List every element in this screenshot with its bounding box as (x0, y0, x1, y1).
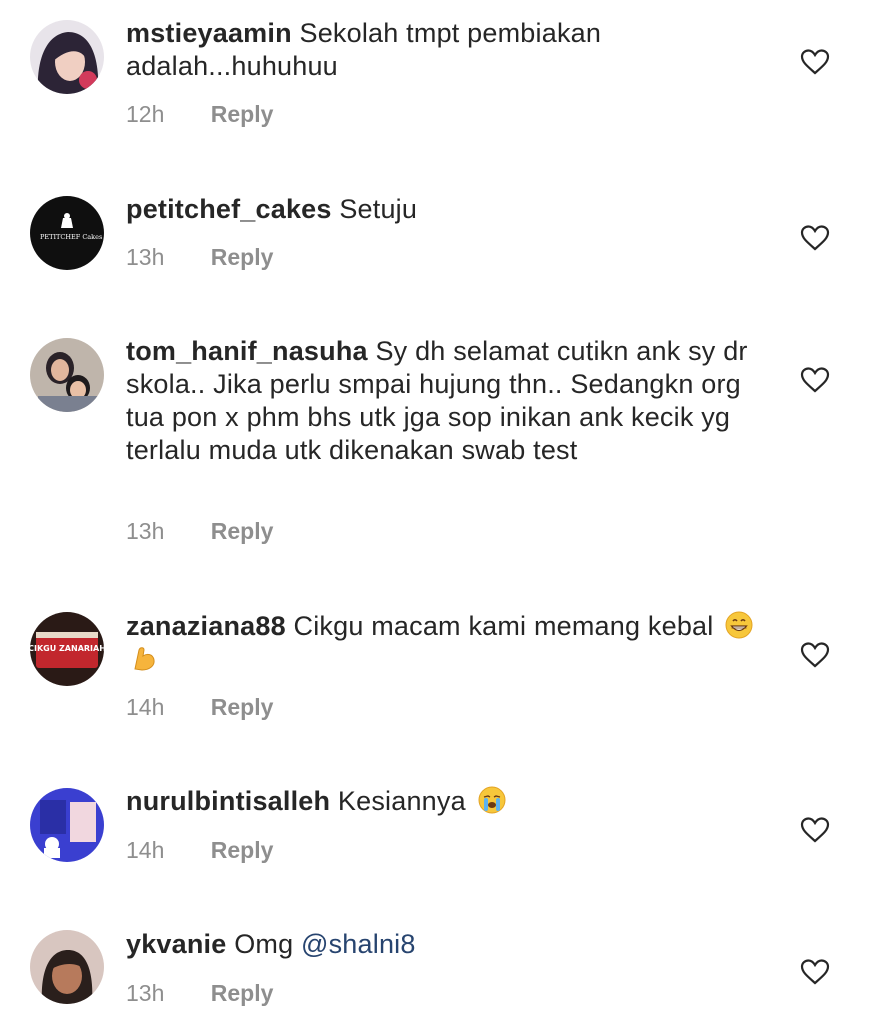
petitchef-logo-text: PETITCHEF Cakes (40, 233, 102, 241)
reply-button[interactable]: Reply (211, 101, 274, 127)
comment-time: 13h (126, 244, 165, 270)
comment-body: Kesiannya (337, 786, 466, 816)
cake-text: CIKGU ZANARIAH (30, 644, 104, 653)
avatar[interactable] (30, 20, 104, 94)
comment-text: nurulbintisalleh Kesiannya (126, 785, 766, 818)
comment-username[interactable]: tom_hanif_nasuha (126, 336, 368, 366)
heart-outline-icon[interactable] (800, 366, 830, 394)
comment-time: 13h (126, 980, 165, 1006)
heart-outline-icon[interactable] (800, 641, 830, 669)
avatar[interactable]: PETITCHEF Cakes (30, 196, 104, 270)
comment-time: 13h (126, 518, 165, 544)
comment-meta: 13h Reply (126, 980, 273, 1007)
heart-outline-icon[interactable] (800, 48, 830, 76)
comment-time: 14h (126, 694, 165, 720)
comment-text: petitchef_cakes Setuju (126, 193, 766, 226)
comment-time: 12h (126, 101, 165, 127)
reply-button[interactable]: Reply (211, 518, 274, 544)
grinning-face-emoji (725, 611, 753, 639)
avatar[interactable] (30, 788, 104, 862)
comment-text: ykvanie Omg @shalni8 (126, 928, 766, 961)
comment-username[interactable]: zanaziana88 (126, 611, 286, 641)
flexed-biceps-emoji (134, 647, 155, 671)
comment-meta: 13h Reply (126, 244, 273, 271)
comment-text: zanaziana88 Cikgu macam kami memang keba… (126, 610, 766, 676)
comment-username[interactable]: ykvanie (126, 929, 226, 959)
avatar[interactable]: CIKGU ZANARIAH (30, 612, 104, 686)
comment-body: Cikgu macam kami memang kebal (293, 611, 714, 641)
avatar[interactable] (30, 930, 104, 1004)
comment-username[interactable]: nurulbintisalleh (126, 786, 330, 816)
comment-meta: 12h Reply (126, 101, 273, 128)
heart-outline-icon[interactable] (800, 224, 830, 252)
crying-face-emoji (478, 786, 506, 814)
avatar[interactable] (30, 338, 104, 412)
comment-username[interactable]: mstieyaamin (126, 18, 292, 48)
reply-button[interactable]: Reply (211, 244, 274, 270)
comment-text: mstieyaamin Sekolah tmpt pembiakan adala… (126, 17, 766, 83)
heart-outline-icon[interactable] (800, 816, 830, 844)
heart-outline-icon[interactable] (800, 958, 830, 986)
comment-text: tom_hanif_nasuha Sy dh selamat cutikn an… (126, 335, 766, 467)
reply-button[interactable]: Reply (211, 837, 274, 863)
reply-button[interactable]: Reply (211, 980, 274, 1006)
comment-meta: 13h Reply (126, 518, 273, 545)
comment-body: Setuju (339, 194, 418, 224)
comment-meta: 14h Reply (126, 694, 273, 721)
comment-time: 14h (126, 837, 165, 863)
mention-link[interactable]: @shalni8 (301, 929, 416, 959)
comment-username[interactable]: petitchef_cakes (126, 194, 332, 224)
comment-meta: 14h Reply (126, 837, 273, 864)
comment-body: Omg (234, 929, 294, 959)
reply-button[interactable]: Reply (211, 694, 274, 720)
